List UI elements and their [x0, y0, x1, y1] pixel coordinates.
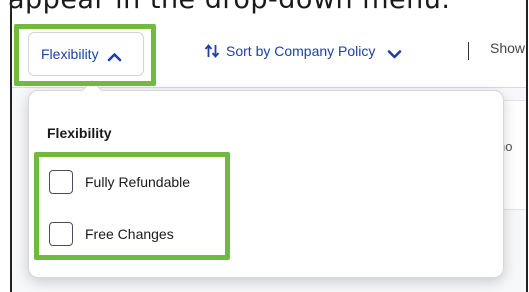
sort-arrows-icon [204, 43, 220, 59]
sort-by-label: Sort by Company Policy [226, 43, 376, 59]
sort-by-button[interactable]: Sort by Company Policy [204, 38, 402, 64]
highlight-box-options [34, 152, 230, 260]
screenshot-stage: appear in the drop-down menu. ho Flexibi… [0, 0, 529, 292]
instruction-heading: appear in the drop-down menu. [8, 0, 450, 16]
chevron-down-icon [387, 46, 402, 59]
highlight-box-filter-button [14, 24, 156, 86]
show-button[interactable]: Show [490, 40, 525, 56]
frame-border-right [526, 0, 528, 292]
toolbar-divider [468, 42, 469, 60]
dropdown-title: Flexibility [47, 125, 112, 141]
